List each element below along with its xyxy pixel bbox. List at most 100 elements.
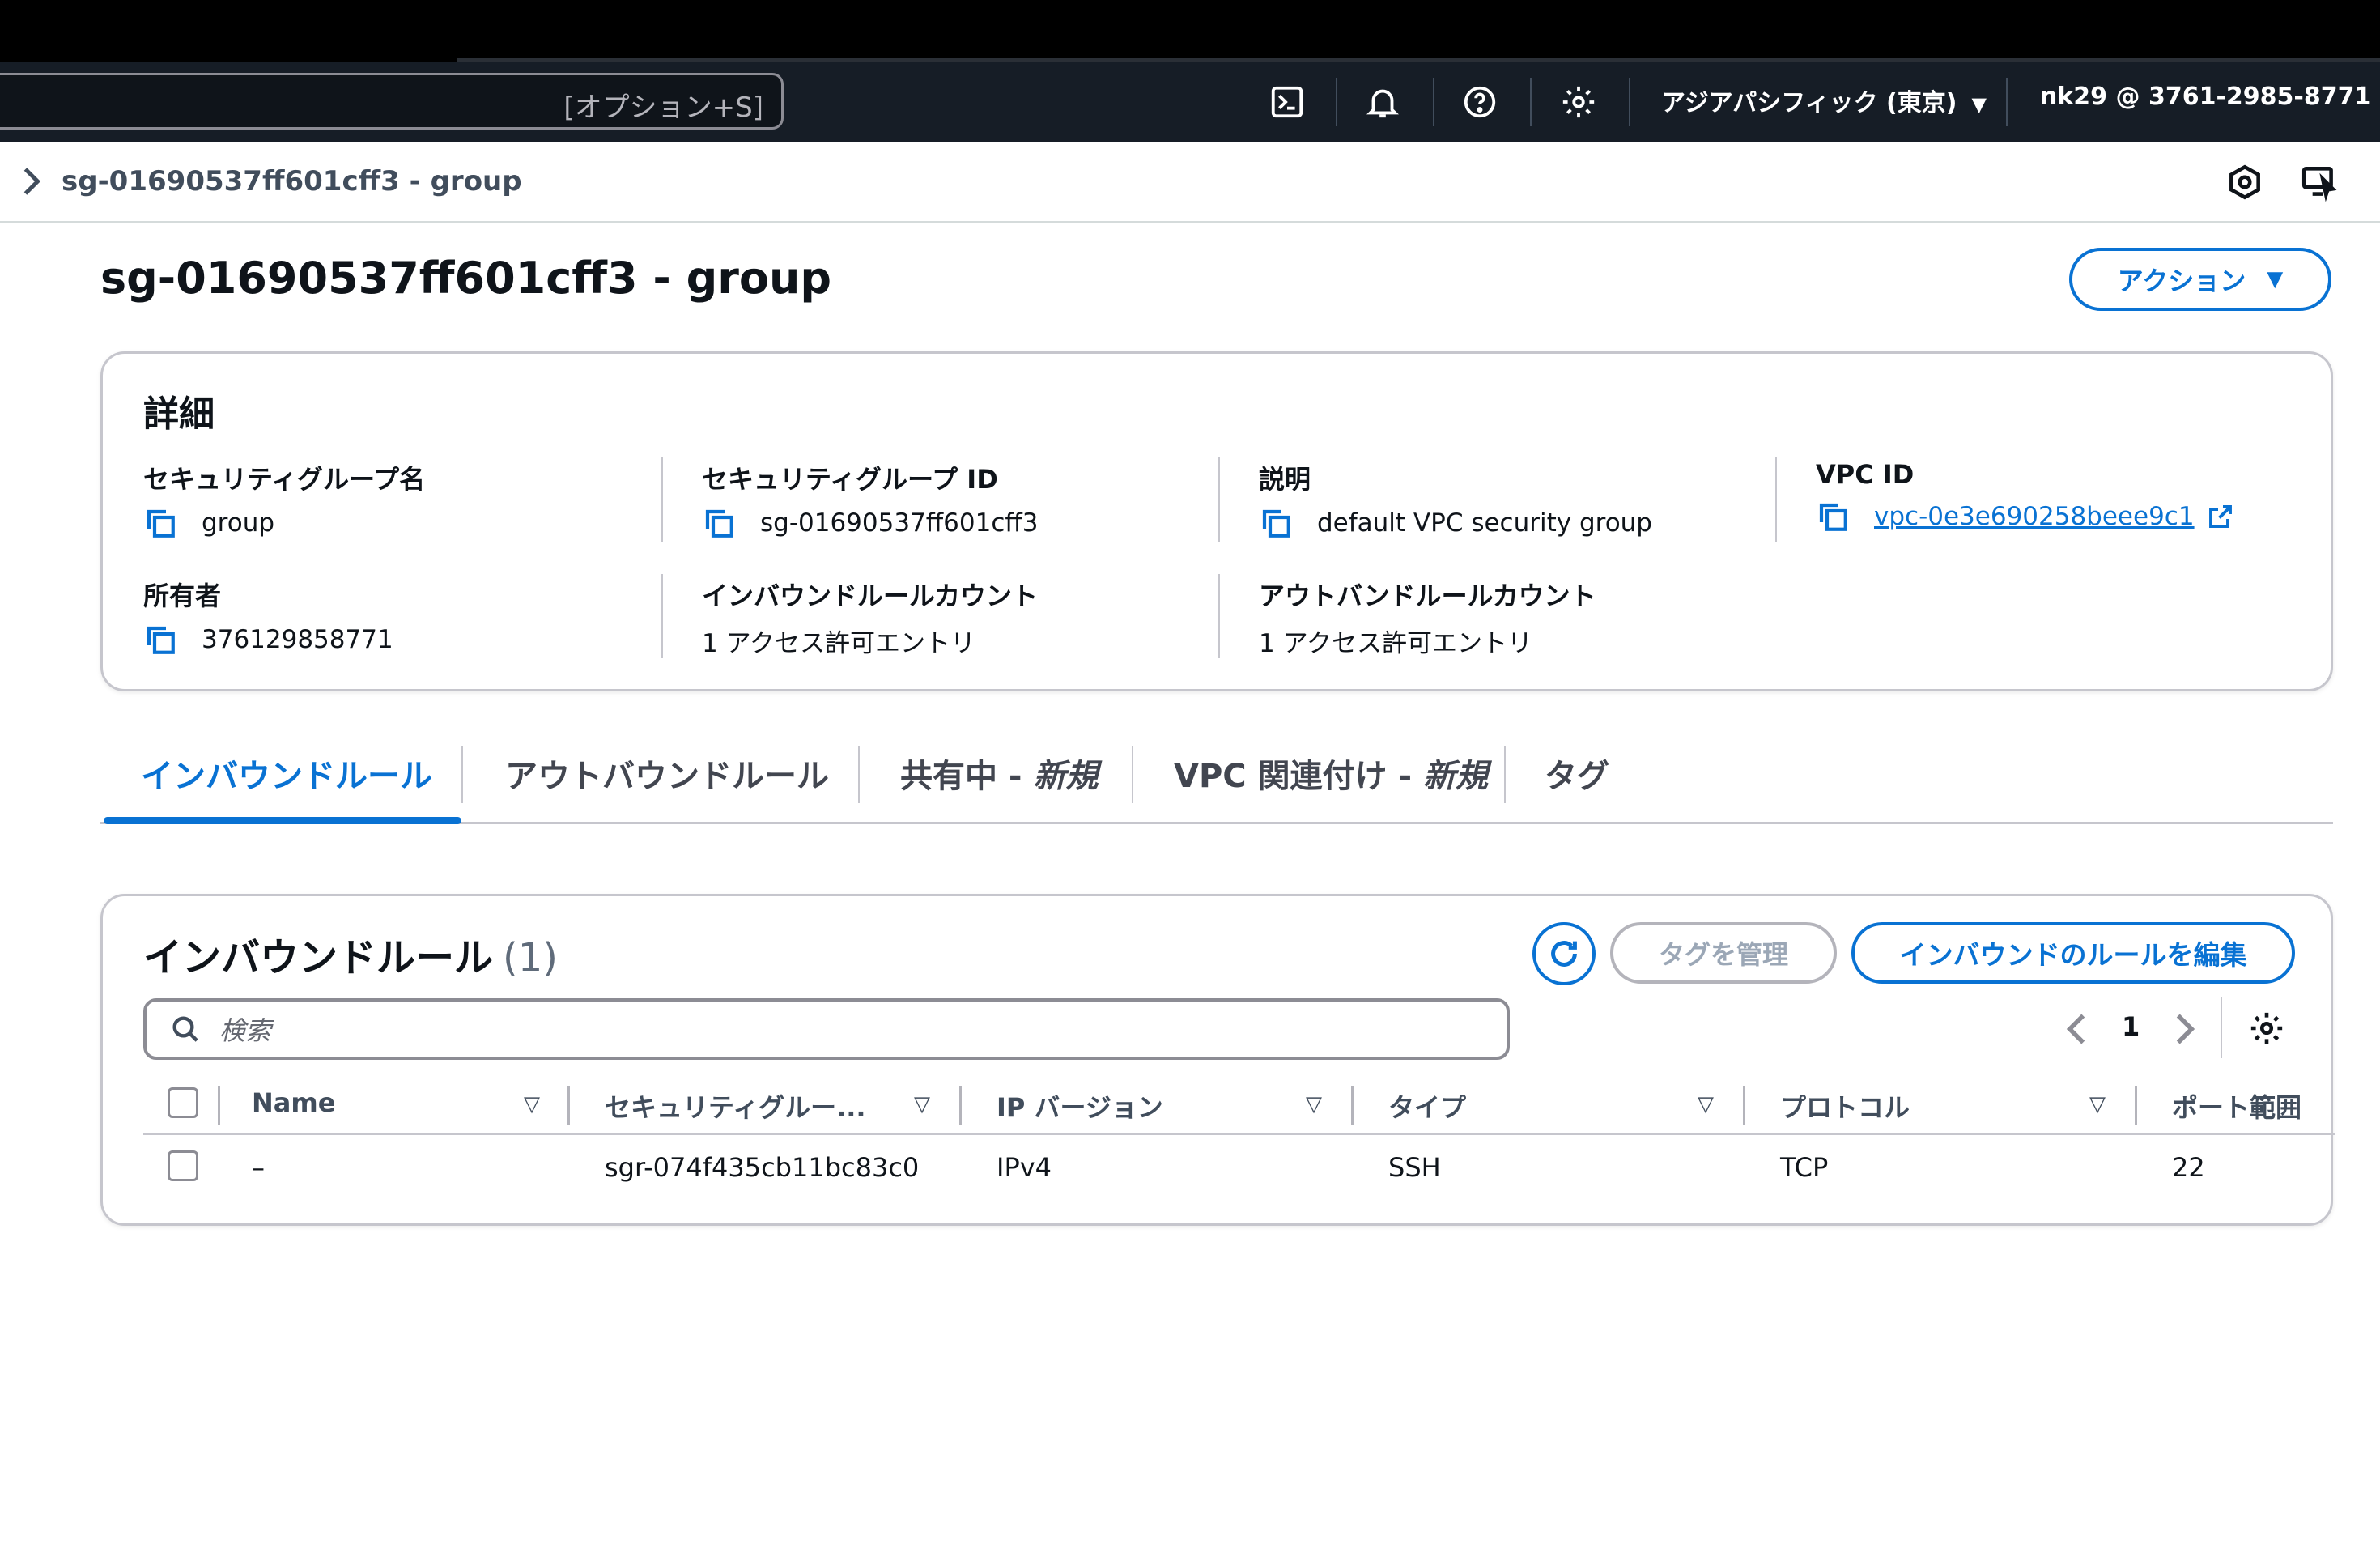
- owner-label: 所有者: [143, 580, 222, 611]
- row-checkbox[interactable]: [168, 1150, 198, 1181]
- copy-icon[interactable]: [143, 506, 177, 540]
- tab-vpc-associations[interactable]: VPC 関連付け - 新規: [1174, 750, 1488, 797]
- browser-top-strip: [0, 0, 2380, 62]
- field-outbound-count: アウトバンドルールカウント 1 アクセス許可エントリ: [1259, 576, 1596, 659]
- global-search-box[interactable]: [オプション+S]: [0, 73, 784, 130]
- select-all-checkbox[interactable]: [168, 1087, 198, 1118]
- cell-port-range: 22: [2172, 1152, 2205, 1183]
- cell-type: SSH: [1388, 1152, 1441, 1183]
- sg-name-label: セキュリティグループ名: [143, 464, 426, 495]
- edit-inbound-rules-button[interactable]: インバウンドのルールを編集: [1851, 922, 2295, 984]
- rules-title: インバウンドルール (1): [143, 925, 558, 982]
- help-icon[interactable]: [1459, 81, 1501, 123]
- caret-down-icon: ▼: [1971, 93, 1987, 116]
- copy-icon[interactable]: [1816, 500, 1850, 534]
- manage-tags-button[interactable]: タグを管理: [1610, 922, 1837, 984]
- account-menu[interactable]: nk29 @ 3761-2985-8771▼: [2040, 83, 2380, 111]
- tab-outbound-rules[interactable]: アウトバウンドルール: [505, 750, 829, 797]
- tab-bar: インバウンドルール アウトバウンドルール 共有中 - 新規 VPC 関連付け -…: [100, 735, 2333, 824]
- sg-name-value: group: [202, 508, 275, 538]
- nav-separator: [1336, 78, 1337, 126]
- field-vpc-id: VPC ID vpc-0e3e690258beee9c1: [1816, 459, 2235, 534]
- sort-icon[interactable]: ▽: [1698, 1092, 1714, 1116]
- column-header-port-range[interactable]: ポート範囲: [2172, 1087, 2301, 1125]
- edit-rules-label: インバウンドのルールを編集: [1899, 939, 2247, 971]
- sg-id-value: sg-01690537ff601cff3: [760, 508, 1039, 538]
- column-separator: [1351, 1086, 1354, 1125]
- refresh-button[interactable]: [1532, 922, 1596, 985]
- vpc-id-link[interactable]: vpc-0e3e690258beee9c1: [1874, 502, 2195, 531]
- column-divider: [1218, 457, 1220, 542]
- page-number[interactable]: 1: [2122, 1011, 2140, 1042]
- sort-icon[interactable]: ▽: [914, 1092, 930, 1116]
- gear-icon[interactable]: [2248, 1010, 2285, 1047]
- column-separator: [1743, 1086, 1745, 1125]
- column-divider: [1775, 457, 1777, 542]
- search-placeholder: 検索: [219, 1015, 272, 1046]
- column-separator: [567, 1086, 570, 1125]
- pager-separator: [2221, 997, 2222, 1058]
- inbound-count-label: インバウンドルールカウント: [702, 580, 1039, 611]
- tab-new-badge: 新規: [1423, 758, 1489, 795]
- column-divider: [1218, 574, 1220, 658]
- cell-name: –: [252, 1152, 265, 1183]
- column-header-ip-version[interactable]: IP バージョン: [997, 1087, 1163, 1125]
- inbound-rules-card: インバウンドルール (1) タグを管理 インバウンドのルールを編集 検索 1 Na…: [100, 894, 2335, 1226]
- vpc-id-label: VPC ID: [1816, 459, 1915, 490]
- column-separator: [959, 1086, 962, 1125]
- search-input[interactable]: 検索: [143, 998, 1510, 1060]
- refresh-icon: [1551, 941, 1577, 967]
- details-card: 詳細 セキュリティグループ名 group セキュリティグループ ID sg-01…: [100, 351, 2333, 691]
- copy-icon[interactable]: [143, 623, 177, 657]
- nav-separator: [1433, 78, 1434, 126]
- tab-separator: [461, 746, 463, 803]
- region-selector[interactable]: アジアパシフィック (東京) ▼: [1661, 83, 1987, 118]
- description-value: default VPC security group: [1317, 508, 1652, 538]
- column-separator: [2135, 1086, 2137, 1125]
- tab-label: インバウンドルール: [141, 758, 432, 795]
- inbound-count-value: 1 アクセス許可エントリ: [702, 629, 976, 658]
- rules-count: (1): [503, 935, 559, 980]
- hexagon-info-icon[interactable]: [2225, 162, 2265, 202]
- tab-label: アウトバウンドルール: [505, 758, 829, 795]
- field-description: 説明 default VPC security group: [1259, 459, 1652, 540]
- sort-icon[interactable]: ▽: [1306, 1092, 1322, 1116]
- manage-tags-label: タグを管理: [1658, 939, 1788, 970]
- sort-icon[interactable]: ▽: [2089, 1092, 2106, 1116]
- account-label: nk29 @ 3761-2985-8771: [2040, 83, 2372, 111]
- field-inbound-count: インバウンドルールカウント 1 アクセス許可エントリ: [702, 576, 1038, 659]
- actions-button[interactable]: アクション ▼: [2069, 248, 2331, 311]
- tab-sharing[interactable]: 共有中 - 新規: [900, 750, 1098, 797]
- field-sg-name: セキュリティグループ名 group: [143, 459, 425, 540]
- outbound-count-value: 1 アクセス許可エントリ: [1259, 629, 1533, 658]
- region-label: アジアパシフィック (東京): [1661, 89, 1957, 117]
- sort-icon[interactable]: ▽: [524, 1092, 540, 1116]
- column-header-type[interactable]: タイプ: [1388, 1087, 1466, 1125]
- tab-tags[interactable]: タグ: [1545, 750, 1609, 797]
- tab-separator: [1132, 746, 1133, 803]
- cell-ip-version: IPv4: [997, 1152, 1052, 1183]
- breadcrumb-current: sg-01690537ff601cff3 - group: [62, 165, 522, 198]
- tab-inbound-rules[interactable]: インバウンドルール: [141, 750, 432, 797]
- bell-icon[interactable]: [1362, 81, 1404, 123]
- copy-icon[interactable]: [702, 506, 736, 540]
- header-divider: [143, 1133, 2335, 1135]
- sg-id-label: セキュリティグループ ID: [702, 464, 998, 495]
- chevron-right-icon[interactable]: [2169, 1011, 2201, 1047]
- column-divider: [661, 574, 663, 658]
- tab-new-badge: 新規: [1033, 758, 1099, 795]
- external-link-icon[interactable]: [2206, 502, 2235, 531]
- details-title: 詳細: [143, 393, 215, 435]
- column-header-name[interactable]: Name: [252, 1087, 335, 1118]
- page-title: sg-01690537ff601cff3 - group: [100, 253, 832, 304]
- column-separator: [218, 1086, 220, 1125]
- column-header-protocol[interactable]: プロトコル: [1780, 1087, 1910, 1125]
- cloudshell-icon[interactable]: [1266, 81, 1308, 123]
- chevron-left-icon[interactable]: [2060, 1011, 2093, 1047]
- screen-pointer-icon[interactable]: [2299, 162, 2340, 202]
- field-owner: 所有者 376129858771: [143, 576, 393, 657]
- copy-icon[interactable]: [1259, 506, 1293, 540]
- column-header-rule-id[interactable]: セキュリティグルー...: [605, 1087, 866, 1125]
- gear-icon[interactable]: [1558, 81, 1600, 123]
- nav-separator: [1629, 78, 1630, 126]
